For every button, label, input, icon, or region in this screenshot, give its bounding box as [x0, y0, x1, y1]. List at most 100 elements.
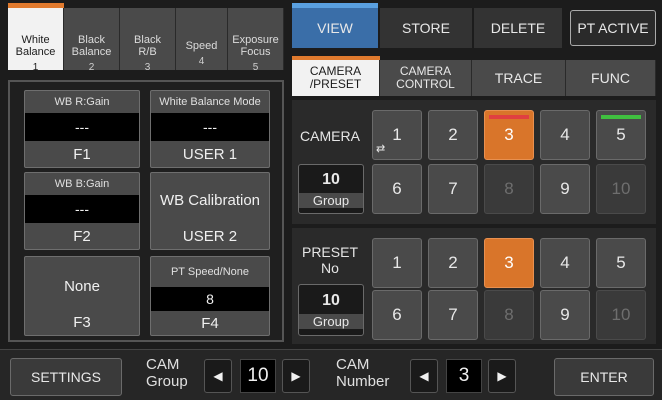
tab-number: 4 — [198, 56, 205, 67]
tab-func[interactable]: FUNC — [566, 60, 656, 96]
green-indicator — [601, 115, 641, 119]
cam-number-decrement-button[interactable]: ◀ — [410, 359, 438, 393]
cam-number-label: CAM Number — [336, 356, 390, 390]
tab-label: Exposure Focus — [232, 34, 279, 58]
pt-speed-card[interactable]: PT Speed/None 8 F4 — [150, 256, 270, 336]
card-value: --- — [25, 195, 139, 223]
camera-button-6[interactable]: 6 — [372, 164, 422, 214]
camera-group-label: Group — [299, 192, 363, 208]
cam-group-value: 10 — [240, 359, 276, 393]
preset-button-1[interactable]: 1 — [372, 238, 422, 288]
tab-label: Black R/B — [134, 34, 161, 58]
cam-group-decrement-button[interactable]: ◀ — [204, 359, 232, 393]
tab-exposure-focus[interactable]: Exposure Focus 5 — [228, 8, 284, 73]
cam-number-increment-button[interactable]: ▶ — [488, 359, 516, 393]
cam-number-value: 3 — [446, 359, 482, 393]
card-footer: F3 — [73, 314, 91, 331]
button-label: 6 — [392, 305, 402, 324]
preset-group-button[interactable]: 10 Group — [298, 284, 364, 336]
tab-number: 1 — [32, 62, 39, 73]
tab-speed[interactable]: Speed 4 — [176, 8, 228, 70]
button-label: 10 — [611, 305, 631, 324]
button-label: 10 — [611, 179, 631, 198]
preset-button-7[interactable]: 7 — [428, 290, 478, 340]
wb-r-gain-card[interactable]: WB R:Gain --- F1 — [24, 90, 140, 168]
button-label: 1 — [392, 125, 402, 144]
card-footer: USER 1 — [182, 146, 238, 163]
wb-b-gain-card[interactable]: WB B:Gain --- F2 — [24, 172, 140, 250]
camera-button-10[interactable]: 10 — [596, 164, 646, 214]
button-label: 7 — [448, 305, 458, 324]
enter-button[interactable]: ENTER — [554, 358, 654, 396]
cam-group-label: CAM Group — [146, 356, 188, 390]
card-footer: USER 2 — [182, 228, 238, 245]
tab-number: 5 — [252, 62, 259, 73]
preset-group-label: Group — [299, 313, 363, 329]
tab-view[interactable]: VIEW — [292, 8, 378, 48]
cam-group-increment-button[interactable]: ▶ — [282, 359, 310, 393]
camera-button-9[interactable]: 9 — [540, 164, 590, 214]
button-label: 7 — [448, 179, 458, 198]
tab-label: Speed — [185, 40, 218, 52]
preset-label: PRESET No — [301, 244, 358, 276]
camera-button-2[interactable]: 2 — [428, 110, 478, 160]
button-label: 3 — [504, 125, 514, 144]
preset-button-3[interactable]: 3 — [484, 238, 534, 288]
button-label: 5 — [616, 125, 626, 144]
tab-label: Black Balance — [71, 34, 112, 58]
button-label: 6 — [392, 179, 402, 198]
card-title: White Balance Mode — [159, 96, 261, 108]
preset-group-number: 10 — [322, 291, 340, 309]
button-label: 3 — [504, 253, 514, 272]
camera-label: CAMERA — [300, 128, 360, 144]
button-label: 4 — [560, 125, 570, 144]
wb-calibration-card[interactable]: WB Calibration USER 2 — [150, 172, 270, 250]
camera-button-5[interactable]: 5 — [596, 110, 646, 160]
card-title: WB R:Gain — [54, 96, 110, 108]
card-value: 8 — [151, 287, 269, 311]
card-title: None — [64, 278, 100, 295]
button-label: 9 — [560, 305, 570, 324]
wb-mode-card[interactable]: White Balance Mode --- USER 1 — [150, 90, 270, 168]
tab-trace[interactable]: TRACE — [472, 60, 566, 96]
tab-label: White Balance — [15, 34, 56, 58]
tab-camera-preset[interactable]: CAMERA /PRESET — [292, 60, 380, 96]
camera-group-number: 10 — [322, 170, 340, 188]
camera-button-3[interactable]: 3 — [484, 110, 534, 160]
red-indicator — [489, 115, 529, 119]
button-label: 2 — [448, 253, 458, 272]
camera-button-1[interactable]: 1 ⇄ — [372, 110, 422, 160]
card-value: --- — [25, 113, 139, 141]
preset-button-10[interactable]: 10 — [596, 290, 646, 340]
camera-group-button[interactable]: 10 Group — [298, 164, 364, 214]
preset-button-4[interactable]: 4 — [540, 238, 590, 288]
camera-button-4[interactable]: 4 — [540, 110, 590, 160]
card-title: WB Calibration — [159, 192, 261, 209]
preset-button-9[interactable]: 9 — [540, 290, 590, 340]
tab-black-balance[interactable]: Black Balance 2 — [64, 8, 120, 73]
button-label: 5 — [616, 253, 626, 272]
preset-button-6[interactable]: 6 — [372, 290, 422, 340]
button-label: 1 — [392, 253, 402, 272]
camera-button-8[interactable]: 8 — [484, 164, 534, 214]
f3-card[interactable]: None F3 — [24, 256, 140, 336]
preset-button-5[interactable]: 5 — [596, 238, 646, 288]
preset-button-8[interactable]: 8 — [484, 290, 534, 340]
card-footer: F4 — [201, 315, 219, 332]
button-label: 8 — [504, 179, 514, 198]
tab-number: 2 — [88, 62, 95, 73]
card-footer: F2 — [73, 228, 91, 245]
swap-arrows-icon: ⇄ — [376, 143, 386, 155]
tab-black-rb[interactable]: Black R/B 3 — [120, 8, 176, 73]
preset-button-2[interactable]: 2 — [428, 238, 478, 288]
settings-button[interactable]: SETTINGS — [10, 358, 122, 396]
tab-store[interactable]: STORE — [380, 8, 472, 48]
button-label: 8 — [504, 305, 514, 324]
tab-delete[interactable]: DELETE — [474, 8, 562, 48]
tab-camera-control[interactable]: CAMERA CONTROL — [380, 60, 472, 96]
camera-button-7[interactable]: 7 — [428, 164, 478, 214]
card-footer: F1 — [73, 146, 91, 163]
tab-white-balance[interactable]: White Balance 1 — [8, 8, 64, 73]
card-title: WB B:Gain — [54, 178, 110, 190]
pt-active-button[interactable]: PT ACTIVE — [570, 10, 656, 46]
